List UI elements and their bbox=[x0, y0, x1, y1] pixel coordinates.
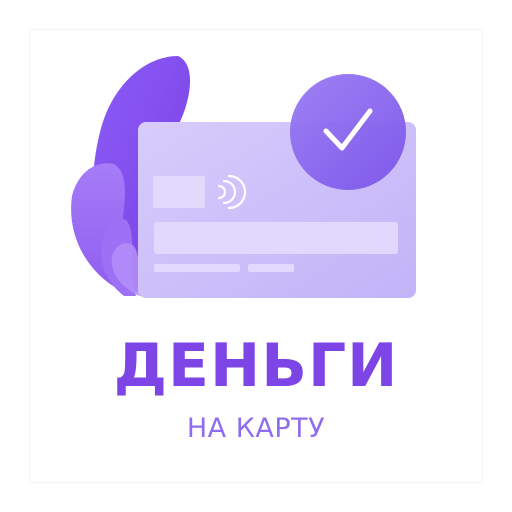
app-logo-canvas: ДЕНЬГИ НА КАРТУ bbox=[0, 0, 512, 512]
logo-subtitle: НА КАРТУ bbox=[186, 413, 326, 444]
logo-title: ДЕНЬГИ bbox=[113, 331, 399, 401]
card-number-field bbox=[154, 222, 398, 254]
card-holder-line bbox=[154, 264, 240, 272]
card-expiry-line bbox=[248, 264, 294, 272]
checkmark-badge-icon bbox=[290, 74, 406, 190]
card-chip bbox=[153, 176, 205, 208]
